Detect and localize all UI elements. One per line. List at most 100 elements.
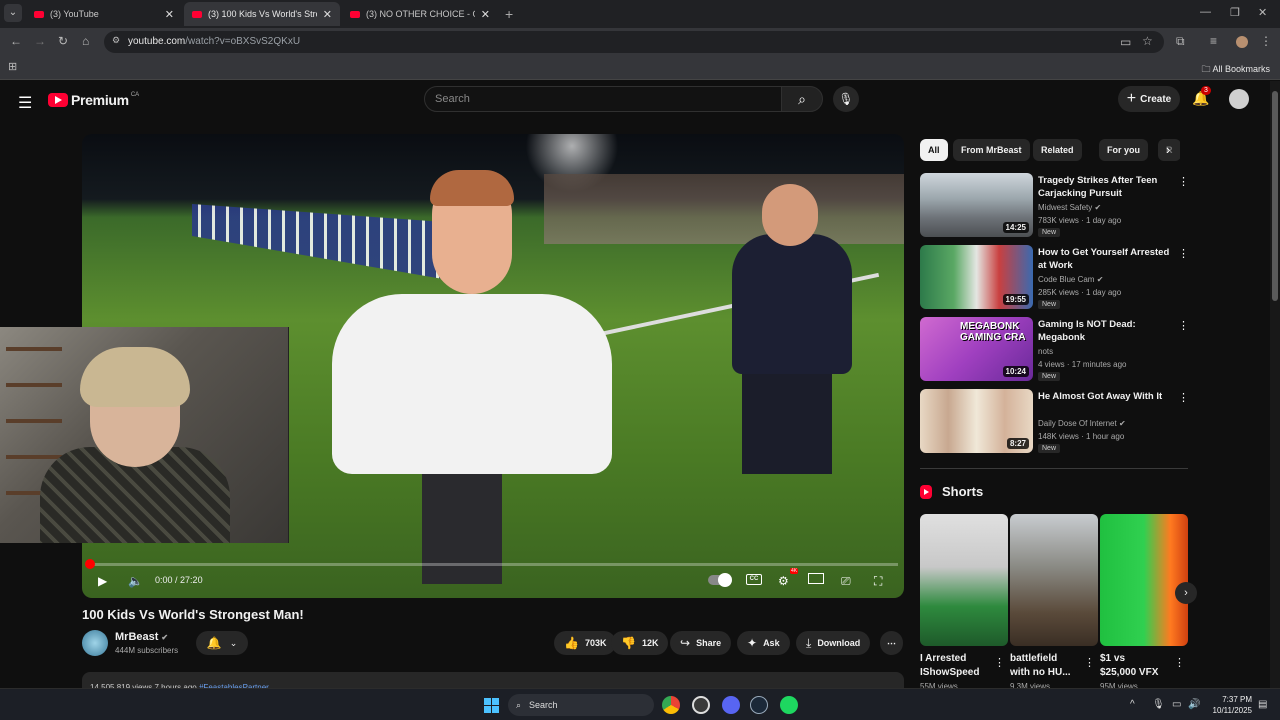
more-vertical-icon[interactable]: ⋮ <box>1178 247 1189 260</box>
home-icon[interactable]: ⌂ <box>82 34 89 48</box>
extensions-icon[interactable]: ⧉ <box>1176 34 1185 49</box>
video-meta: 285K views · 1 day ago <box>1038 288 1122 297</box>
notification-center-icon[interactable]: ▤ <box>1258 699 1267 710</box>
bookmark-star-icon[interactable]: ☆ <box>1142 34 1153 48</box>
short-thumbnail[interactable] <box>1010 514 1098 646</box>
page-scrollbar[interactable] <box>1270 81 1280 688</box>
recommended-video[interactable]: MEGABONK GAMING CRA 10:24 Gaming Is NOT … <box>920 317 1190 381</box>
profile-avatar-icon[interactable] <box>1236 36 1248 48</box>
fullscreen-icon[interactable]: ⛶ <box>874 574 882 589</box>
windows-start-icon[interactable] <box>484 698 499 713</box>
theater-mode-icon[interactable] <box>808 573 824 584</box>
apps-grid-icon[interactable]: ⊞ <box>8 60 17 73</box>
share-button[interactable]: ↪ Share <box>670 631 732 655</box>
scrollbar-thumb[interactable] <box>1272 91 1278 301</box>
cast-icon[interactable]: ⎚ <box>841 574 851 589</box>
voice-search-button[interactable]: 🎙 <box>833 86 859 112</box>
more-vertical-icon[interactable]: ⋮ <box>1178 319 1189 332</box>
browser-tab-youtube[interactable]: (3) YouTube ✕ <box>26 2 182 26</box>
close-window-icon[interactable]: ✕ <box>1258 6 1267 19</box>
tab-search-button[interactable]: ⌄ <box>4 4 22 22</box>
chrome-app-icon[interactable] <box>662 696 680 714</box>
network-icon[interactable]: ▭ <box>1172 699 1181 710</box>
reload-icon[interactable]: ↻ <box>58 34 68 48</box>
video-thumbnail[interactable]: 19:55 <box>920 245 1033 309</box>
more-actions-button[interactable]: ⋯ <box>880 631 903 655</box>
recommended-video[interactable]: 19:55 How to Get Yourself Arrested at Wo… <box>920 245 1190 309</box>
short-thumbnail[interactable] <box>920 514 1008 646</box>
short-thumbnail[interactable] <box>1100 514 1188 646</box>
address-url: youtube.com/watch?v=oBXSvS2QKxU <box>128 36 301 47</box>
new-tab-button[interactable]: + <box>505 6 513 22</box>
spotify-app-icon[interactable] <box>780 696 798 714</box>
notifications-button[interactable]: 🔔 3 <box>1192 86 1211 107</box>
browser-tab-no-other-choice[interactable]: (3) NO OTHER CHOICE - Official ✕ <box>342 2 498 26</box>
close-tab-icon[interactable]: ✕ <box>323 8 332 21</box>
show-hidden-icons-icon[interactable]: ^ <box>1130 699 1135 710</box>
play-icon[interactable]: ▶ <box>98 574 107 588</box>
video-thumbnail[interactable]: 14:25 <box>920 173 1033 237</box>
short-video[interactable]: battlefield with no HU... ⋮ 9.3M views <box>1010 514 1098 688</box>
channel-avatar[interactable] <box>82 630 108 656</box>
more-vertical-icon[interactable]: ⋮ <box>1178 391 1189 404</box>
microphone-tray-icon[interactable]: 🎙 <box>1152 699 1165 710</box>
account-avatar[interactable] <box>1229 89 1249 109</box>
back-arrow-icon[interactable]: ← <box>10 34 22 48</box>
short-video[interactable]: I Arrested IShowSpeed ⋮ 55M views <box>920 514 1008 688</box>
taskbar-clock[interactable]: 7:37 PM 10/11/2025 <box>1200 694 1252 716</box>
chevron-right-icon[interactable]: › <box>1166 142 1170 157</box>
shorts-next-button[interactable]: › <box>1175 582 1197 604</box>
autoplay-toggle[interactable] <box>708 573 732 587</box>
notifications-count-badge: 3 <box>1201 86 1211 95</box>
like-button[interactable]: 👍 703K <box>554 631 617 655</box>
recommended-video[interactable]: 14:25 Tragedy Strikes After Teen Carjack… <box>920 173 1190 237</box>
menu-hamburger-icon[interactable]: ☰ <box>18 93 32 113</box>
youtube-favicon-icon <box>34 10 44 18</box>
close-tab-icon[interactable]: ✕ <box>165 8 174 21</box>
create-button[interactable]: + Create <box>1118 86 1180 112</box>
search-input[interactable] <box>425 87 781 111</box>
video-thumbnail[interactable]: 8:27 <box>920 389 1033 453</box>
volume-icon[interactable]: 🔈 <box>128 574 143 588</box>
cast-icon[interactable]: ▭ <box>1120 35 1131 49</box>
short-video[interactable]: $1 vs $25,000 VFX ⋮ 95M views <box>1100 514 1188 688</box>
chip-for-you[interactable]: For you <box>1099 139 1148 161</box>
browser-menu-icon[interactable]: ⋮ <box>1260 34 1272 48</box>
settings-gear-icon[interactable]: ⚙ <box>778 574 789 588</box>
chip-related[interactable]: Related <box>1033 139 1082 161</box>
more-vertical-icon[interactable]: ⋮ <box>1084 656 1095 669</box>
more-vertical-icon[interactable]: ⋮ <box>994 656 1005 669</box>
subscribed-notification-button[interactable]: 🔔 ⌄ <box>196 631 248 655</box>
youtube-premium-logo[interactable]: Premium CA <box>48 92 139 108</box>
search-field[interactable] <box>424 86 782 112</box>
browser-tab-active-video[interactable]: (3) 100 Kids Vs World's Strongest ✕ <box>184 2 340 26</box>
steam-app-icon[interactable] <box>750 696 768 714</box>
download-button[interactable]: ⤓ Download <box>796 631 871 655</box>
chip-all[interactable]: All <box>920 139 948 161</box>
minimize-window-icon[interactable]: — <box>1200 6 1211 18</box>
volume-tray-icon[interactable]: 🔊 <box>1188 699 1200 710</box>
close-tab-icon[interactable]: ✕ <box>481 8 490 21</box>
dislike-button[interactable]: 👎 12K <box>611 631 669 655</box>
more-vertical-icon[interactable]: ⋮ <box>1178 175 1189 188</box>
video-thumbnail[interactable]: MEGABONK GAMING CRA 10:24 <box>920 317 1033 381</box>
taskbar-search[interactable]: ⌕ Search <box>508 694 654 716</box>
recommended-video[interactable]: 8:27 He Almost Got Away With It Daily Do… <box>920 389 1190 453</box>
progress-scrubber[interactable] <box>85 559 96 569</box>
site-info-icon[interactable]: ⚙ <box>112 35 120 46</box>
search-button[interactable]: ⌕ <box>781 86 823 112</box>
all-bookmarks-button[interactable]: 🗀 All Bookmarks <box>1201 62 1270 78</box>
captions-icon[interactable]: CC <box>746 574 762 585</box>
ask-button[interactable]: ✦ Ask <box>737 631 790 655</box>
more-vertical-icon[interactable]: ⋮ <box>1174 656 1185 669</box>
discord-app-icon[interactable] <box>722 696 740 714</box>
media-controls-icon[interactable]: ≡ <box>1210 34 1217 48</box>
maximize-window-icon[interactable]: ❐ <box>1230 6 1240 19</box>
address-bar[interactable]: ⚙ youtube.com/watch?v=oBXSvS2QKxU ▭ ☆ <box>104 31 1164 53</box>
progress-bar[interactable] <box>85 559 898 569</box>
channel-name[interactable]: MrBeast ✔ <box>115 631 168 643</box>
duration-badge: 10:24 <box>1002 366 1029 377</box>
obs-app-icon[interactable] <box>692 696 710 714</box>
chip-from-mrbeast[interactable]: From MrBeast <box>953 139 1030 161</box>
forward-arrow-icon[interactable]: → <box>34 34 46 48</box>
